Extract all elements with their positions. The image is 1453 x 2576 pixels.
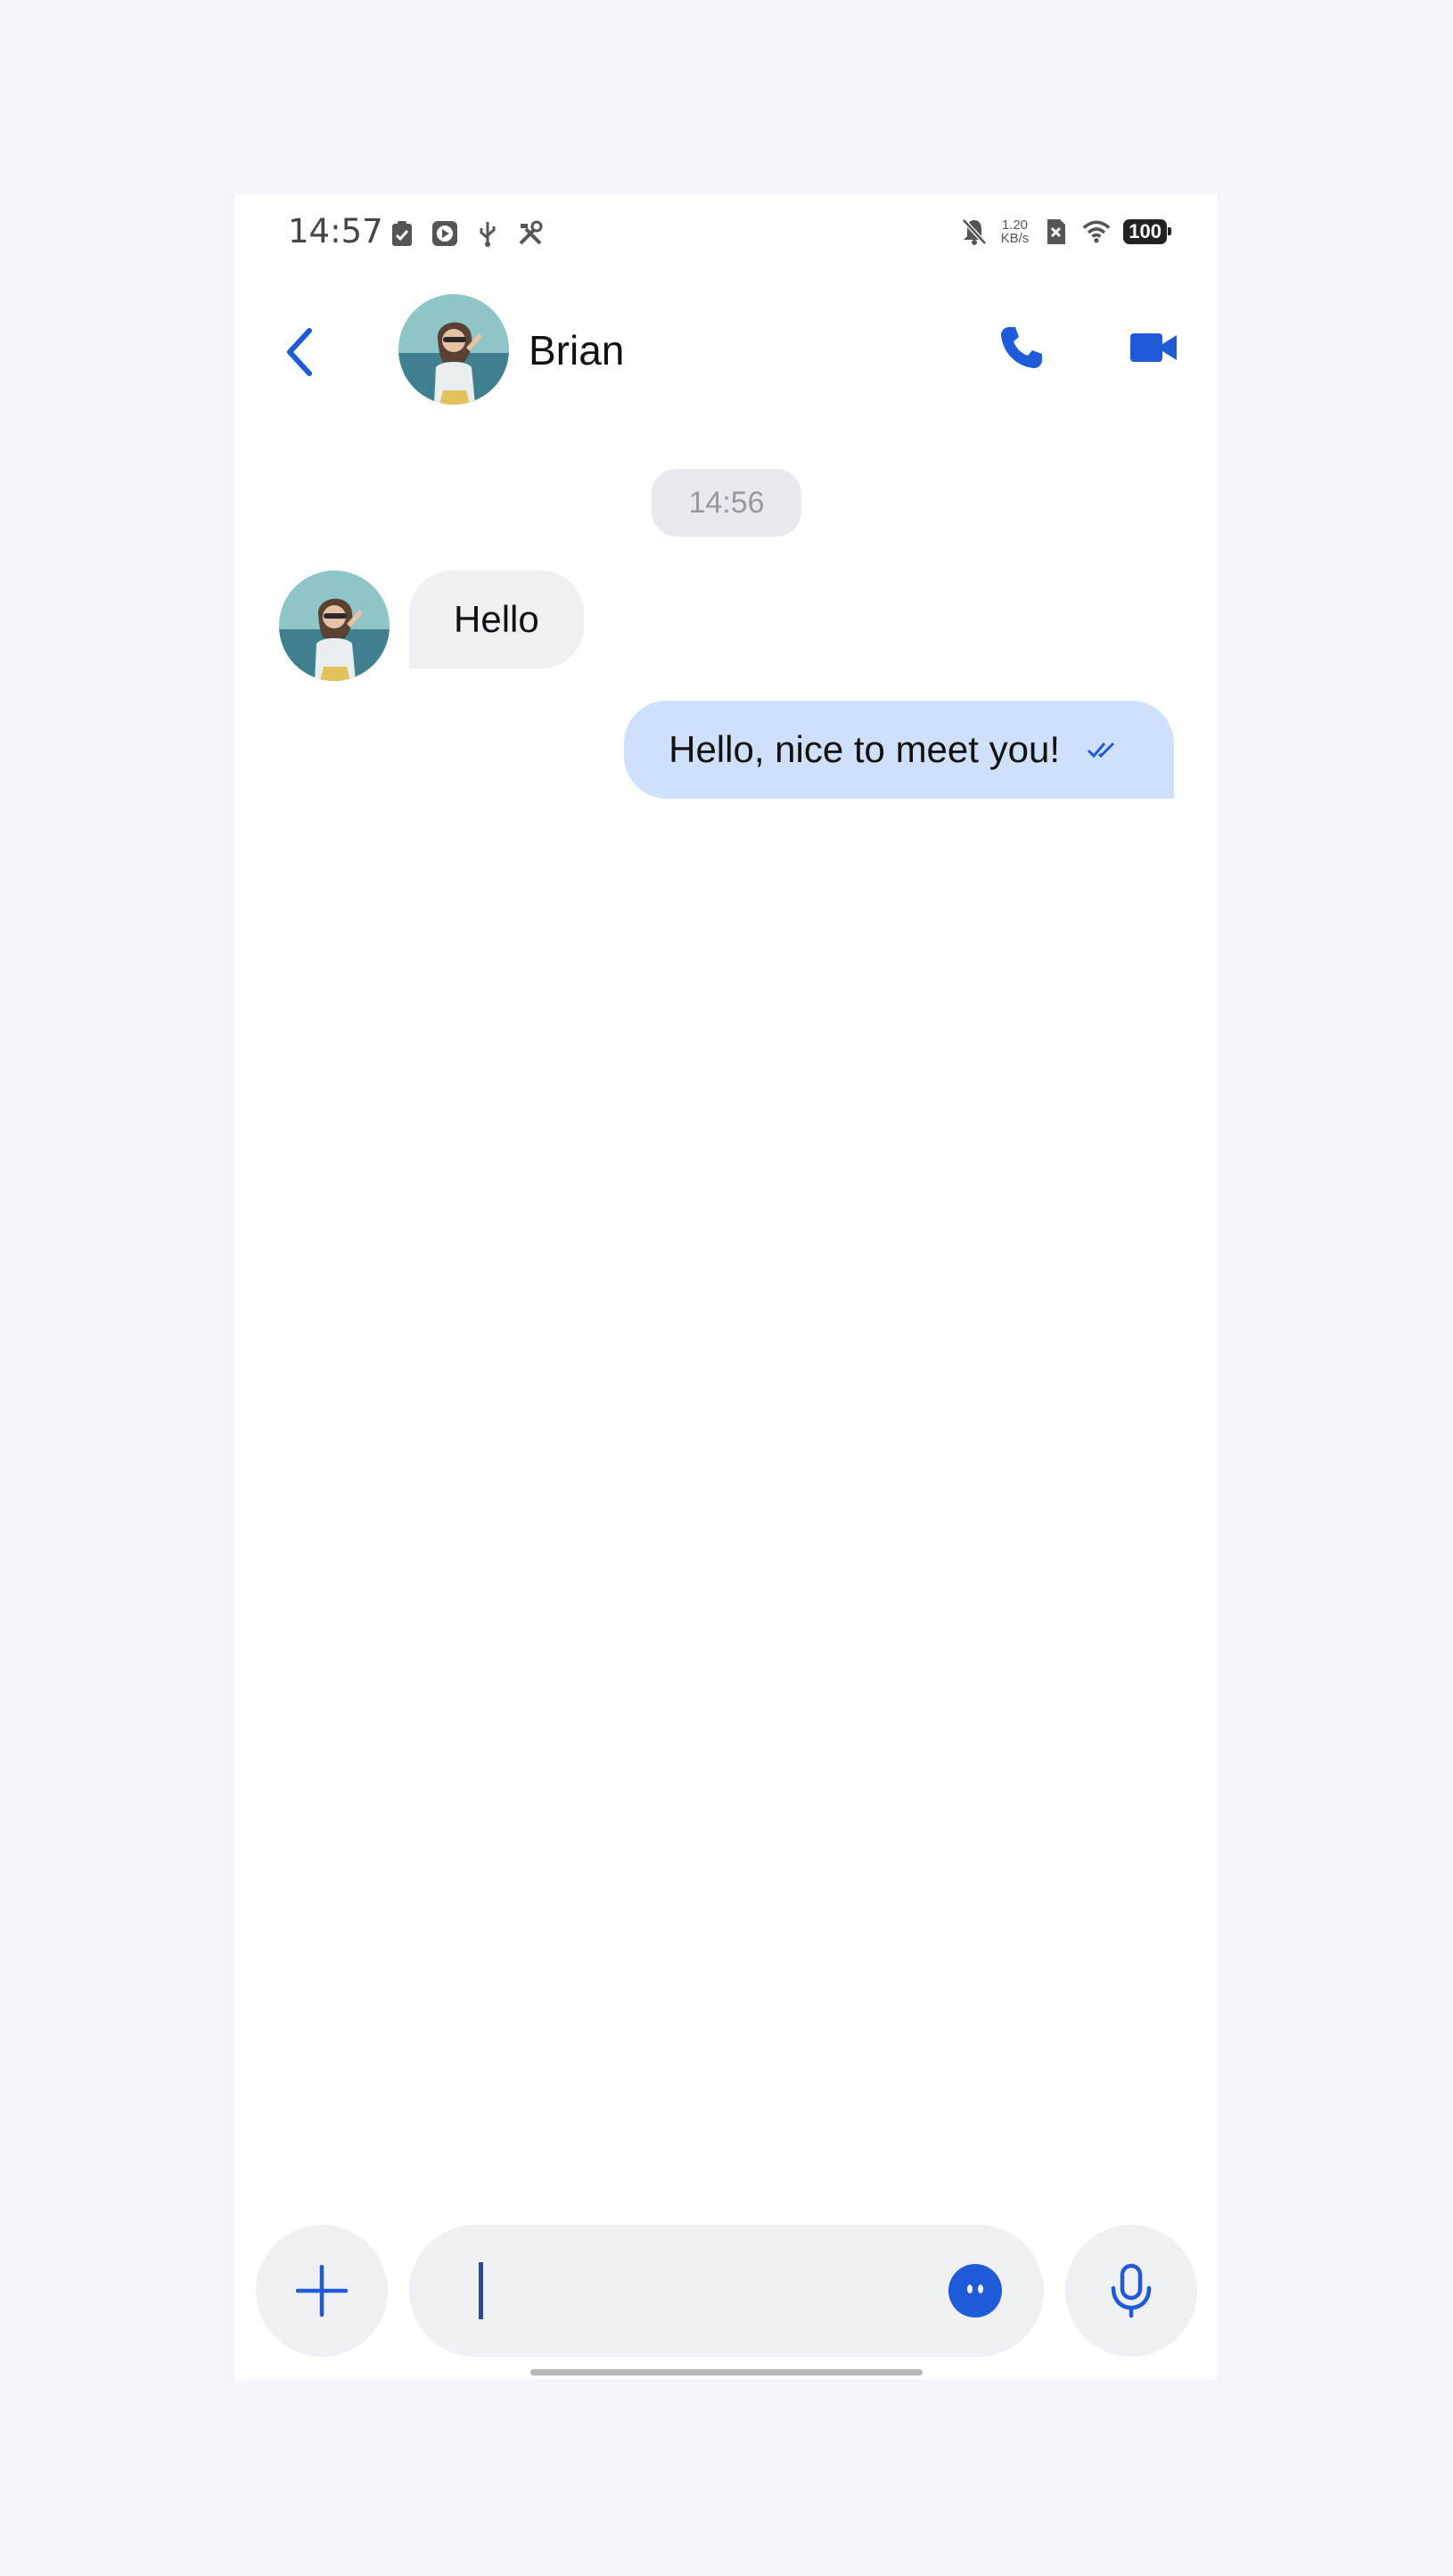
video-call-button[interactable] <box>1121 317 1186 378</box>
plus-icon <box>296 2265 348 2317</box>
voice-message-button[interactable] <box>1065 2225 1197 2357</box>
bell-off-icon <box>960 217 989 246</box>
avatar-photo <box>398 294 509 405</box>
battery-indicator: 100 <box>1123 219 1171 244</box>
call-button[interactable] <box>991 317 1052 378</box>
clipboard-check-icon <box>388 219 416 248</box>
net-speed: 1.20 KB/s <box>1001 218 1030 245</box>
phone-icon <box>1001 327 1042 368</box>
text-caret <box>479 2262 483 2319</box>
tools-icon <box>516 219 545 248</box>
contact-name[interactable]: Brian <box>529 326 624 374</box>
back-button[interactable] <box>277 321 322 383</box>
net-speed-unit: KB/s <box>1000 231 1030 246</box>
incoming-message[interactable]: Hello <box>409 570 584 669</box>
status-time: 14:57 <box>288 212 383 250</box>
status-left-icons <box>388 219 545 248</box>
phone-screen: 14:57 1.20 KB/s 100 Brian 14:56 Hello He… <box>234 194 1217 2380</box>
sim-x-icon <box>1041 217 1070 246</box>
message-text: Hello <box>454 598 539 640</box>
emoji-icon <box>967 2285 983 2293</box>
message-input[interactable] <box>491 2260 896 2323</box>
net-speed-value: 1.20 <box>1001 217 1029 233</box>
message-input-container[interactable] <box>409 2225 1044 2357</box>
outgoing-message[interactable]: Hello, nice to meet you! <box>624 701 1174 799</box>
home-indicator[interactable] <box>530 2369 923 2375</box>
chevron-left-icon <box>287 328 312 376</box>
message-text: Hello, nice to meet you! <box>669 728 1060 770</box>
contact-avatar[interactable] <box>398 294 509 405</box>
status-right-icons: 1.20 KB/s 100 <box>960 217 1171 246</box>
message-avatar[interactable] <box>279 570 390 681</box>
timestamp-chip: 14:56 <box>652 469 801 537</box>
usb-icon <box>473 219 502 248</box>
video-camera-icon <box>1130 333 1177 362</box>
read-checkmarks-icon <box>1087 742 1115 759</box>
emoji-button[interactable] <box>948 2264 1002 2318</box>
add-attachment-button[interactable] <box>256 2225 388 2357</box>
play-box-icon <box>431 219 459 248</box>
avatar-photo <box>279 570 390 681</box>
wifi-icon <box>1082 217 1111 246</box>
microphone-icon <box>1111 2263 1152 2318</box>
